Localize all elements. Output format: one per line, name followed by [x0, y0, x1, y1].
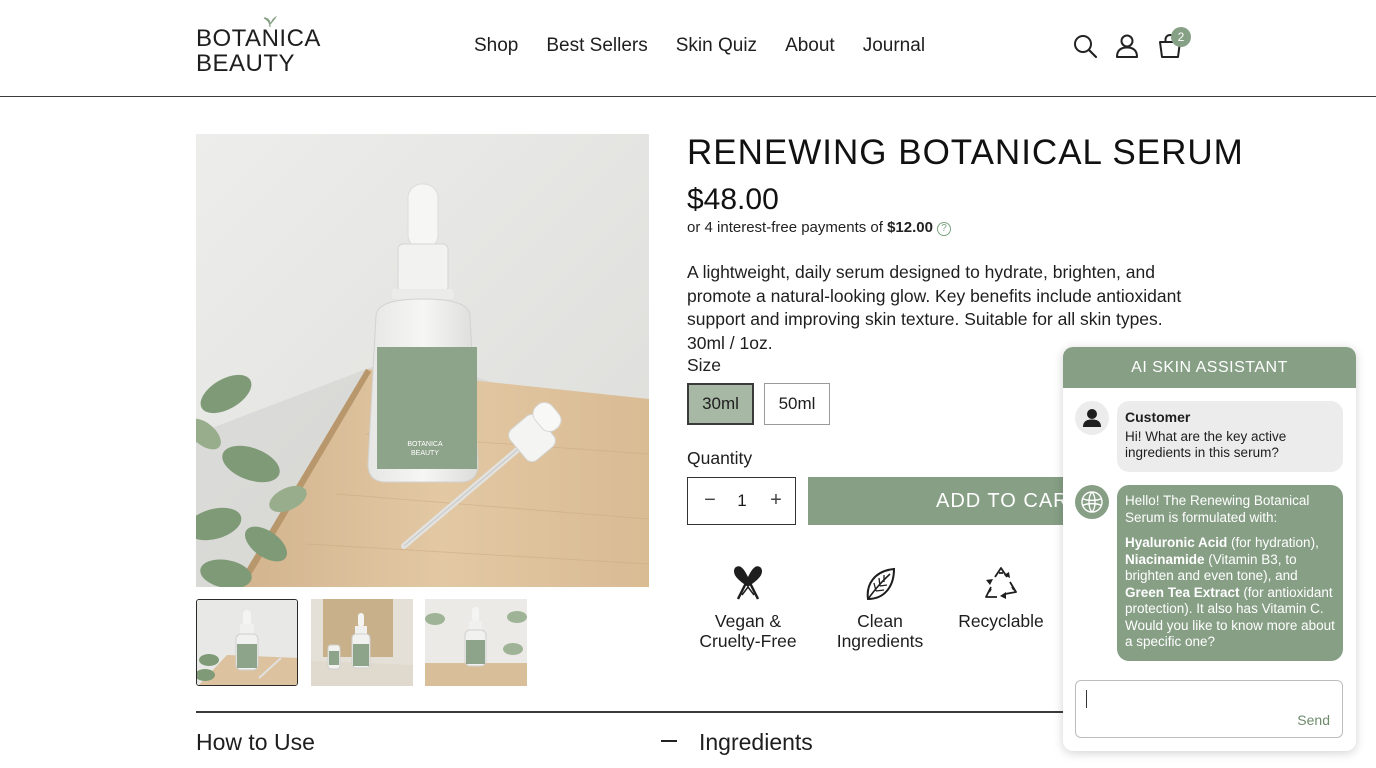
product-main-image[interactable]: BOTANICA BEAUTY — [196, 134, 649, 587]
nav-best-sellers[interactable]: Best Sellers — [546, 34, 647, 58]
size-label: Size — [687, 355, 722, 375]
product-title: RENEWING BOTANICAL SERUM — [687, 133, 1244, 172]
heart-ribbon-icon — [734, 566, 762, 600]
feature-vegan: Vegan & Cruelty-Free — [698, 565, 798, 651]
quantity-stepper: − 1 + — [687, 477, 796, 525]
feature-recyclable-line1: Recyclable — [958, 611, 1044, 631]
logo-text-line2: BEAUTY — [196, 50, 296, 77]
brand-logo[interactable]: BOTANICA BEAUTY — [196, 14, 326, 77]
quantity-label: Quantity — [687, 448, 753, 468]
chat-header: AI SKIN ASSISTANT — [1063, 347, 1356, 388]
leaf-icon — [866, 567, 896, 601]
bottle-label-line1: BOTANICA — [407, 441, 443, 448]
feature-vegan-line1: Vegan & — [714, 611, 782, 631]
thumbnail-1[interactable] — [196, 599, 298, 686]
quantity-value[interactable]: 1 — [728, 490, 756, 512]
accordion-how-to-use[interactable]: How to Use — [196, 729, 315, 756]
text-caret — [1086, 690, 1087, 708]
customer-name: Customer — [1125, 409, 1191, 425]
site-header: BOTANICA BEAUTY Shop Best Sellers Skin Q… — [0, 0, 1376, 97]
cart-count-badge: 2 — [1171, 27, 1191, 47]
accordion-ingredients[interactable]: Ingredients — [699, 729, 813, 756]
product-description: A lightweight, daily serum designed to h… — [687, 262, 1182, 353]
quantity-increase-button[interactable]: + — [766, 489, 786, 513]
feature-clean: Clean Ingredients — [830, 565, 930, 651]
nav-journal[interactable]: Journal — [863, 34, 925, 58]
size-option-50ml[interactable]: 50ml — [764, 383, 830, 425]
feature-clean-line1: Clean — [857, 611, 903, 631]
product-price: $48.00 — [687, 183, 779, 216]
accordion-divider — [196, 711, 1076, 713]
installments-text: or 4 interest-free payments of — [687, 219, 888, 236]
assistant-avatar-icon — [1075, 485, 1109, 519]
quantity-decrease-button[interactable]: − — [700, 489, 720, 513]
assistant-ingredients: Hyaluronic Acid (for hydration), Niacina… — [1125, 535, 1335, 649]
user-icon[interactable] — [1113, 32, 1141, 60]
installments-amount: $12.00 — [887, 219, 933, 236]
logo-text-line1: BOTANICA — [196, 25, 321, 52]
feature-recyclable: Recyclable — [951, 565, 1051, 631]
help-icon[interactable]: ? — [936, 222, 951, 236]
chat-message-input[interactable]: Send — [1075, 680, 1343, 738]
search-icon[interactable] — [1071, 32, 1099, 60]
customer-message-text: Hi! What are the key active ingredients … — [1125, 428, 1287, 461]
nav-about[interactable]: About — [785, 34, 835, 58]
customer-avatar-icon — [1075, 401, 1109, 435]
thumbnail-2[interactable] — [311, 599, 413, 686]
installments-info: or 4 interest-free payments of $12.00? — [687, 218, 951, 238]
feature-clean-line2: Ingredients — [836, 631, 924, 651]
customer-message: Customer Hi! What are the key active ing… — [1117, 401, 1343, 472]
thumbnail-3[interactable] — [425, 599, 527, 686]
nav-skin-quiz[interactable]: Skin Quiz — [676, 34, 757, 58]
nav-shop[interactable]: Shop — [474, 34, 518, 58]
collapse-icon[interactable] — [661, 740, 677, 742]
size-option-30ml[interactable]: 30ml — [687, 383, 754, 425]
main-nav: Shop Best Sellers Skin Quiz About Journa… — [474, 34, 953, 58]
ai-chat-widget: AI SKIN ASSISTANT Customer Hi! What are … — [1063, 347, 1356, 751]
add-to-cart-button[interactable]: ADD TO CART — [808, 477, 1088, 525]
bottle-label-line2: BEAUTY — [411, 450, 439, 457]
assistant-message: Hello! The Renewing Botanical Serum is f… — [1117, 485, 1343, 661]
assistant-intro: Hello! The Renewing Botanical Serum is f… — [1125, 493, 1310, 525]
recycle-icon — [985, 567, 1017, 599]
send-button[interactable]: Send — [1297, 712, 1330, 728]
feature-vegan-line2: Cruelty-Free — [699, 631, 797, 651]
